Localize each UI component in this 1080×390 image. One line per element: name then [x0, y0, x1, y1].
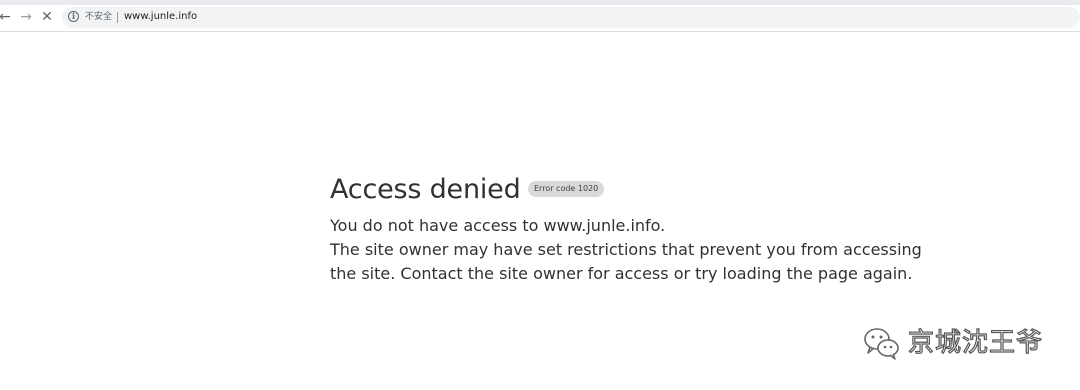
info-icon[interactable]: i [68, 11, 79, 22]
browser-toolbar: ← → ✕ i 不安全 www.junle.info [0, 0, 1080, 32]
watermark-text: 京城沈王爷 [907, 327, 1044, 358]
error-code-badge: Error code 1020 [528, 181, 605, 197]
forward-arrow-icon[interactable]: → [18, 9, 34, 25]
message-line-1: You do not have access to www.junle.info… [330, 216, 666, 235]
page-title: Access denied [330, 174, 521, 205]
back-arrow-icon[interactable]: ← [0, 9, 13, 25]
heading-row: Access denied Error code 1020 [330, 172, 950, 212]
error-message: You do not have access to www.junle.info… [330, 214, 930, 286]
security-status-label[interactable]: 不安全 [85, 11, 112, 23]
url-text[interactable]: www.junle.info [124, 10, 197, 24]
stop-loading-icon[interactable]: ✕ [39, 9, 55, 25]
watermark: 京城沈王爷 [862, 323, 1043, 363]
wechat-icon [864, 328, 899, 360]
address-bar[interactable]: i 不安全 www.junle.info [62, 7, 1080, 28]
tab-strip [0, 0, 1080, 5]
error-content: Access denied Error code 1020 You do not… [330, 172, 950, 286]
message-line-2: The site owner may have set restrictions… [330, 240, 922, 283]
url-divider [117, 12, 118, 23]
